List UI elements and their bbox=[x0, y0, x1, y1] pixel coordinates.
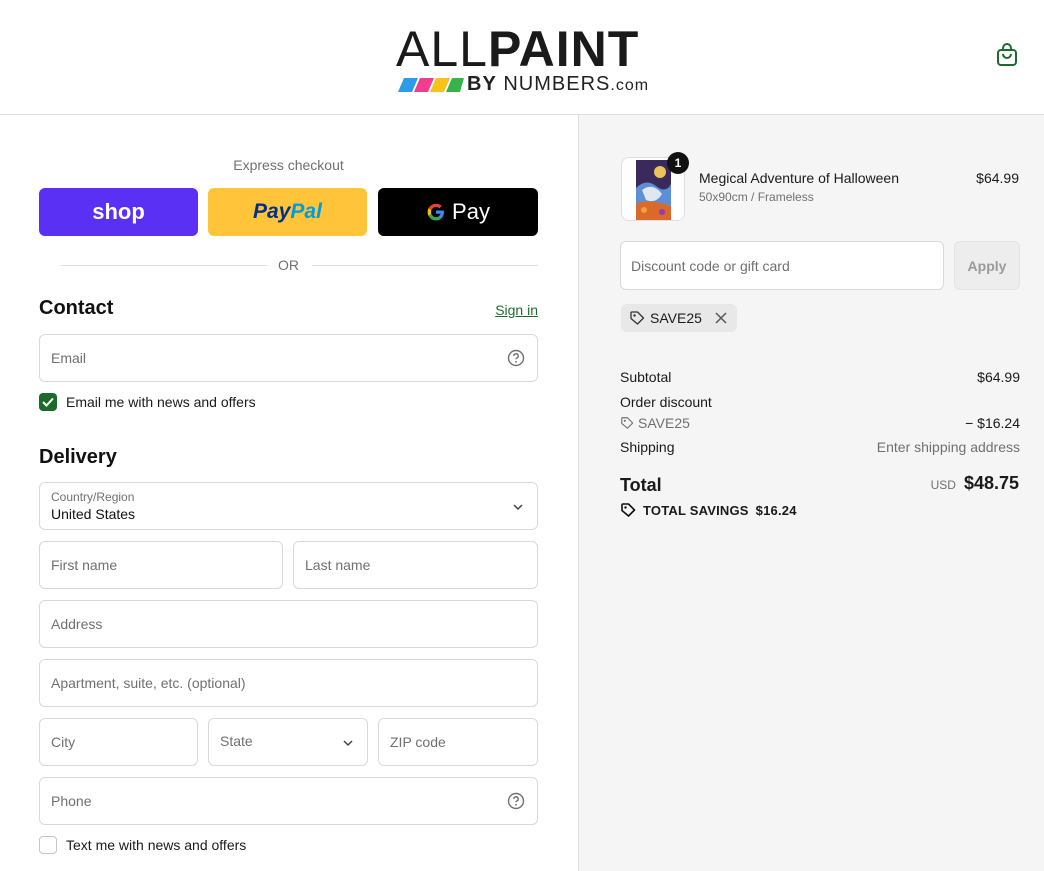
contact-title: Contact bbox=[39, 297, 114, 319]
email-news-label: Email me with news and offers bbox=[66, 394, 256, 410]
total-currency: USD bbox=[930, 478, 956, 492]
order-discount-label: Order discount bbox=[620, 394, 712, 410]
product-price: $64.99 bbox=[976, 170, 1019, 186]
paypal-pay-label: Pay bbox=[253, 200, 291, 223]
total-label: Total bbox=[620, 475, 662, 495]
state-select[interactable]: State bbox=[208, 718, 368, 766]
subtotal-row: Subtotal $64.99 bbox=[620, 369, 1020, 385]
site-logo[interactable]: ALLPAINT BY NUMBERS.com bbox=[396, 18, 662, 98]
paypal-button[interactable]: Pay Pal bbox=[208, 188, 367, 236]
apply-button[interactable]: Apply bbox=[954, 241, 1020, 290]
city-field[interactable]: City bbox=[39, 718, 198, 766]
logo-wordmark: ALLPAINT bbox=[396, 24, 639, 74]
discount-placeholder: Discount code or gift card bbox=[631, 258, 790, 274]
discount-code-row: SAVE25 − $16.24 bbox=[620, 415, 1020, 433]
state-placeholder: State bbox=[220, 733, 253, 749]
zip-placeholder: ZIP code bbox=[390, 734, 446, 750]
discount-value: − $16.24 bbox=[965, 415, 1020, 431]
apartment-field[interactable]: Apartment, suite, etc. (optional) bbox=[39, 659, 538, 707]
subtotal-label: Subtotal bbox=[620, 369, 672, 385]
google-pay-button[interactable]: Pay bbox=[378, 188, 538, 236]
paypal-pal-label: Pal bbox=[290, 200, 322, 223]
google-g-icon bbox=[427, 203, 445, 221]
product-image bbox=[636, 160, 671, 220]
applied-discount-chip: SAVE25 bbox=[621, 304, 737, 332]
chevron-down-icon bbox=[513, 504, 523, 511]
sign-in-link[interactable]: Sign in bbox=[480, 302, 538, 318]
logo-tagline: BY NUMBERS.com bbox=[467, 74, 649, 94]
apartment-placeholder: Apartment, suite, etc. (optional) bbox=[51, 675, 246, 691]
chevron-down-icon bbox=[343, 740, 353, 747]
phone-placeholder: Phone bbox=[51, 793, 92, 809]
shipping-value: Enter shipping address bbox=[876, 439, 1020, 455]
discount-code-input[interactable]: Discount code or gift card bbox=[620, 241, 944, 290]
express-checkout-label: Express checkout bbox=[233, 157, 344, 173]
logo-stripes-icon bbox=[398, 78, 464, 92]
savings-value: $16.24 bbox=[755, 502, 797, 518]
help-icon[interactable] bbox=[507, 792, 525, 810]
logo-paint: PAINT bbox=[487, 21, 640, 77]
email-field[interactable]: Email bbox=[39, 334, 538, 382]
tag-icon bbox=[630, 311, 645, 325]
zip-field[interactable]: ZIP code bbox=[378, 718, 538, 766]
shop-pay-button[interactable]: shop bbox=[39, 188, 198, 236]
last-name-field[interactable]: Last name bbox=[293, 541, 538, 589]
last-name-placeholder: Last name bbox=[305, 557, 371, 573]
total-value: $48.75 bbox=[963, 473, 1019, 493]
discount-code-label: SAVE25 bbox=[638, 415, 690, 431]
checkbox-unchecked[interactable] bbox=[39, 836, 57, 854]
logo-all: ALL bbox=[396, 21, 488, 77]
close-icon bbox=[715, 312, 727, 324]
checkmark-icon bbox=[42, 397, 54, 407]
logo-by: BY bbox=[467, 73, 497, 95]
header: ALLPAINT BY NUMBERS.com bbox=[0, 0, 1044, 115]
country-value: United States bbox=[51, 506, 136, 522]
order-discount-row: Order discount bbox=[620, 394, 1020, 410]
phone-field[interactable]: Phone bbox=[39, 777, 538, 825]
email-news-checkbox[interactable]: Email me with news and offers bbox=[39, 393, 256, 411]
shipping-row: Shipping Enter shipping address bbox=[620, 439, 1020, 455]
product-variant: 50x90cm / Frameless bbox=[699, 190, 814, 204]
applied-code-label: SAVE25 bbox=[650, 310, 702, 326]
tag-icon bbox=[621, 503, 636, 517]
checkout-form: Express checkout shop Pay Pal Pay OR Cont… bbox=[0, 115, 578, 871]
shopping-bag-icon[interactable] bbox=[994, 42, 1020, 68]
checkbox-checked[interactable] bbox=[39, 393, 57, 411]
first-name-placeholder: First name bbox=[51, 557, 118, 573]
total-savings: TOTAL SAVINGS $16.24 bbox=[620, 502, 797, 518]
total-value-group: USD $48.75 bbox=[931, 473, 1019, 494]
delivery-title: Delivery bbox=[39, 446, 117, 468]
first-name-field[interactable]: First name bbox=[39, 541, 283, 589]
savings-label: TOTAL SAVINGS bbox=[643, 502, 749, 518]
remove-discount-button[interactable] bbox=[715, 312, 727, 324]
country-label: Country/Region bbox=[51, 490, 135, 504]
address-field[interactable]: Address bbox=[39, 600, 538, 648]
text-news-label: Text me with news and offers bbox=[66, 837, 247, 853]
quantity-badge: 1 bbox=[667, 152, 689, 174]
email-placeholder: Email bbox=[51, 350, 87, 366]
help-icon[interactable] bbox=[507, 349, 525, 367]
address-placeholder: Address bbox=[51, 616, 103, 632]
country-select[interactable]: Country/Region United States bbox=[39, 482, 538, 530]
divider-line bbox=[312, 265, 538, 266]
or-divider: OR bbox=[39, 255, 538, 275]
order-summary: 1 Megical Adventure of Halloween 50x90cm… bbox=[578, 115, 1044, 871]
tag-icon bbox=[621, 417, 634, 429]
google-pay-label: Pay bbox=[452, 199, 490, 224]
shipping-label: Shipping bbox=[620, 439, 675, 455]
product-name: Megical Adventure of Halloween bbox=[699, 170, 900, 186]
logo-numbers: NUMBERS bbox=[503, 73, 611, 95]
discount-code-tag: SAVE25 bbox=[620, 415, 690, 431]
text-news-checkbox[interactable]: Text me with news and offers bbox=[39, 836, 246, 854]
city-placeholder: City bbox=[51, 734, 76, 750]
logo-com: .com bbox=[610, 77, 650, 94]
shop-pay-label: shop bbox=[92, 199, 145, 224]
subtotal-value: $64.99 bbox=[977, 369, 1020, 385]
